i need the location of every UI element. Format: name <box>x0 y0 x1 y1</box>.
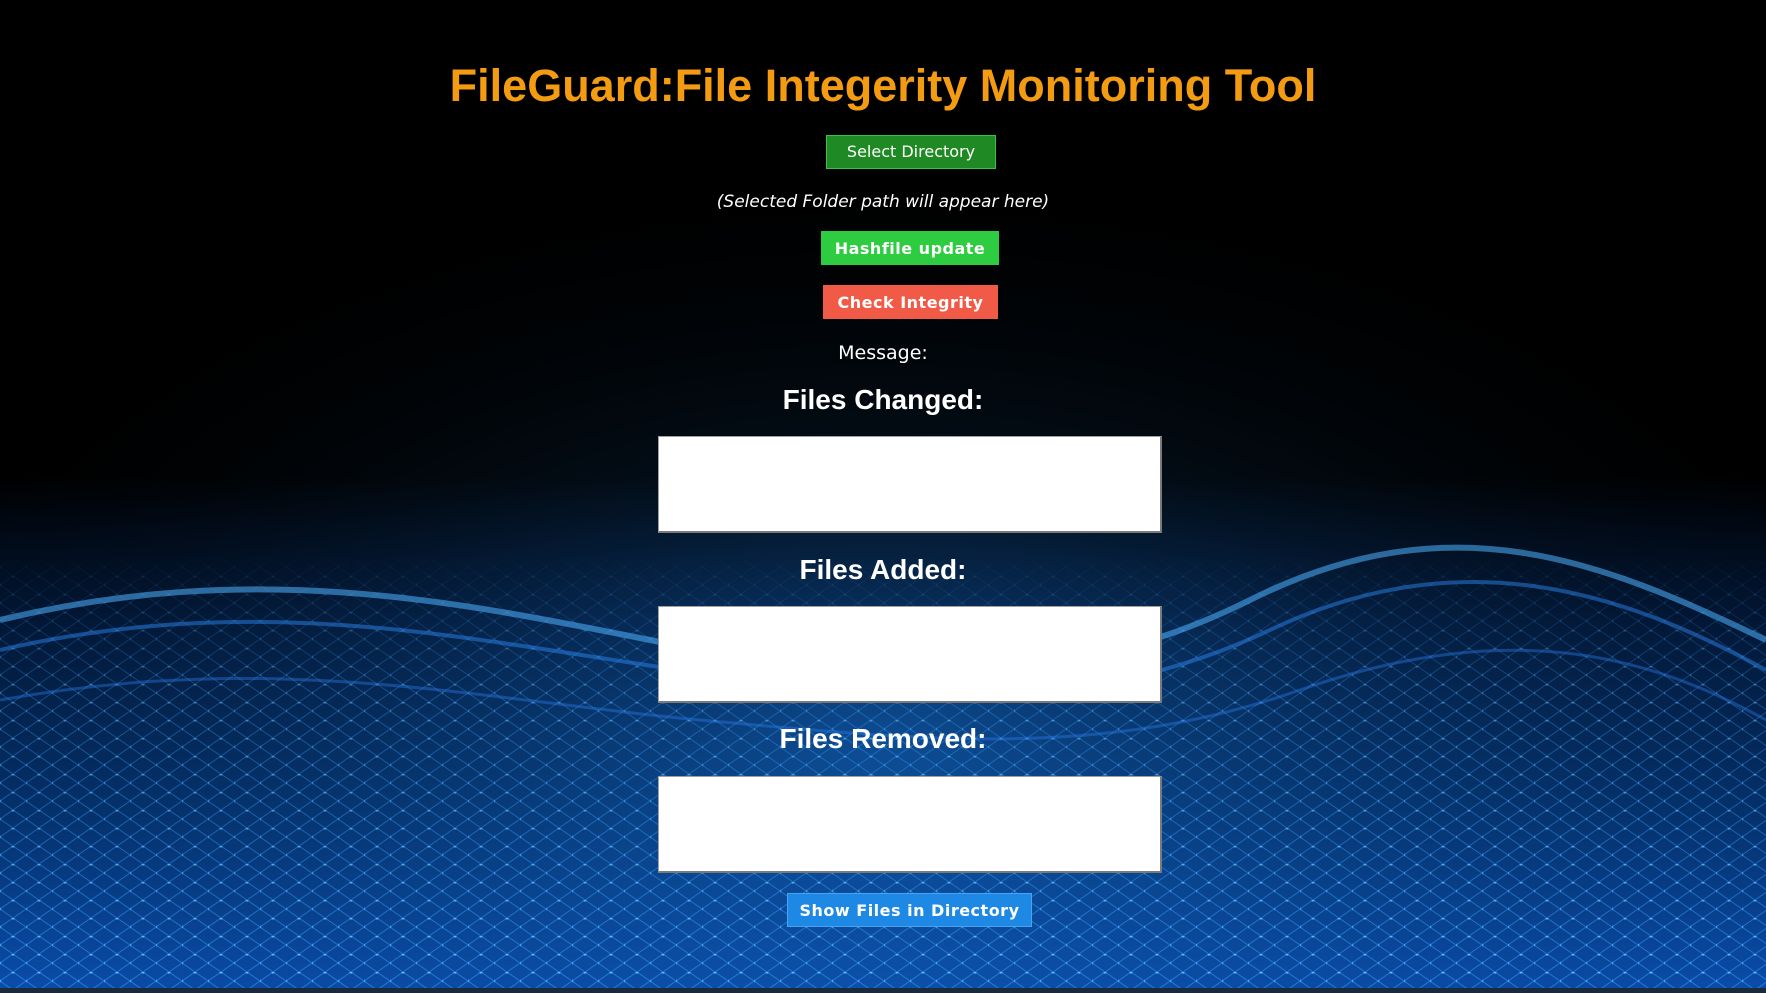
files-added-list[interactable] <box>658 606 1162 703</box>
files-changed-list[interactable] <box>658 436 1162 533</box>
hashfile-update-button[interactable]: Hashfile update <box>821 231 999 265</box>
main-panel: FileGuard:File Integerity Monitoring Too… <box>0 0 1766 993</box>
files-changed-heading: Files Changed: <box>782 384 984 415</box>
files-added-heading: Files Added: <box>799 554 967 585</box>
page-title: FileGuard:File Integerity Monitoring Too… <box>449 60 1317 111</box>
selected-folder-path: (Selected Folder path will appear here) <box>716 192 1050 212</box>
show-files-in-directory-button[interactable]: Show Files in Directory <box>787 893 1032 927</box>
files-removed-list[interactable] <box>658 776 1162 873</box>
files-removed-heading: Files Removed: <box>779 723 987 754</box>
app-window: FileGuard:File Integerity Monitoring Too… <box>0 0 1766 993</box>
select-directory-button[interactable]: Select Directory <box>826 135 996 169</box>
check-integrity-button[interactable]: Check Integrity <box>823 285 998 319</box>
message-label: Message: <box>838 342 928 364</box>
